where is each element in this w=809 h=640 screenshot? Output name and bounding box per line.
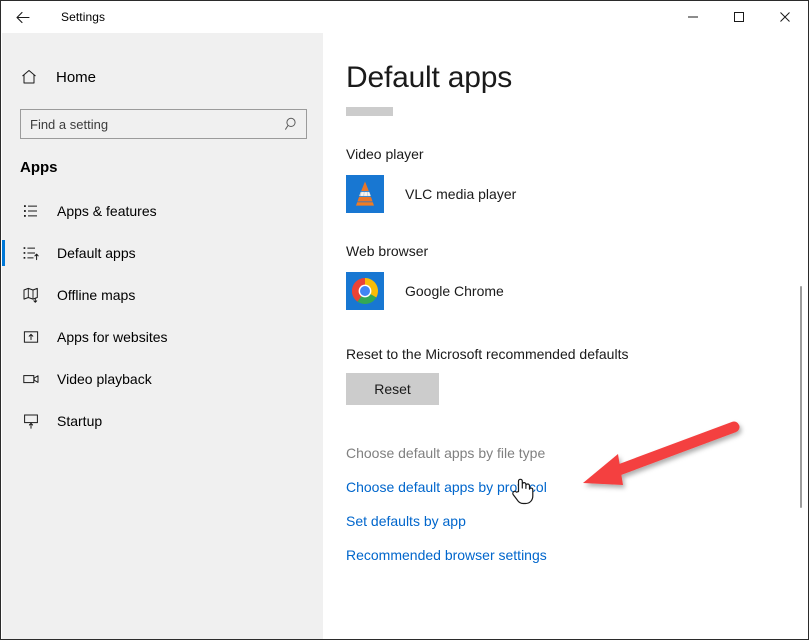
home-icon <box>18 68 40 86</box>
default-apps-icon <box>20 244 42 262</box>
selection-accent <box>2 198 5 224</box>
selection-accent <box>2 240 5 266</box>
search-input[interactable] <box>21 115 278 133</box>
selection-accent <box>2 282 5 308</box>
reset-section-label: Reset to the Microsoft recommended defau… <box>346 346 629 362</box>
link-choose-default-apps-by-protocol[interactable]: Choose default apps by protocol <box>346 470 547 504</box>
sidebar-section-title: Apps <box>20 159 58 176</box>
minimize-icon <box>688 16 698 18</box>
sidebar-item-label: Offline maps <box>57 287 136 303</box>
sidebar-item-offline-maps[interactable]: Offline maps <box>2 274 323 316</box>
sidebar-item-home[interactable]: Home <box>2 59 323 95</box>
search-box[interactable] <box>20 109 307 139</box>
link-choose-default-apps-by-file-type[interactable]: Choose default apps by file type <box>346 436 545 470</box>
links-list: Choose default apps by file type Choose … <box>323 436 808 572</box>
sidebar: Home Apps <box>2 33 323 639</box>
main-content: Default apps Video player VLC media play… <box>323 33 808 639</box>
page-title: Default apps <box>346 61 513 94</box>
chrome-icon <box>346 272 384 310</box>
list-icon <box>20 202 42 220</box>
map-download-icon <box>20 286 42 304</box>
window-title: Settings <box>61 10 106 24</box>
sidebar-nav-list: Apps & features Default apps Offline map… <box>2 190 323 442</box>
selection-accent <box>2 324 5 350</box>
default-app-video-player[interactable]: VLC media player <box>346 175 808 213</box>
maximize-icon <box>734 12 744 22</box>
home-label: Home <box>56 68 97 86</box>
back-arrow-icon <box>15 11 30 23</box>
selection-accent <box>2 366 5 392</box>
video-camera-icon <box>20 370 42 388</box>
sidebar-item-startup[interactable]: Startup <box>2 400 323 442</box>
link-set-defaults-by-app[interactable]: Set defaults by app <box>346 504 466 538</box>
group-label-video-player: Video player <box>346 146 424 162</box>
startup-icon <box>20 412 42 430</box>
reset-button[interactable]: Reset <box>346 373 439 405</box>
default-app-name: VLC media player <box>405 186 517 202</box>
default-app-name: Google Chrome <box>405 283 504 299</box>
group-label-web-browser: Web browser <box>346 243 429 259</box>
settings-window: Settings Home Find a setting Apps Apps &… <box>0 0 809 640</box>
scrollbar-thumb[interactable] <box>800 286 802 508</box>
maximize-button[interactable] <box>716 1 762 33</box>
sidebar-item-video-playback[interactable]: Video playback <box>2 358 323 400</box>
close-button[interactable] <box>762 1 808 33</box>
sidebar-item-apps-features[interactable]: Apps & features <box>2 190 323 232</box>
app-website-icon <box>20 328 42 346</box>
link-recommended-browser-settings[interactable]: Recommended browser settings <box>346 538 547 572</box>
title-bar: Settings <box>1 1 808 33</box>
sidebar-item-label: Apps & features <box>57 203 157 219</box>
sidebar-item-label: Video playback <box>57 371 152 387</box>
search-icon[interactable] <box>278 116 306 132</box>
default-app-web-browser[interactable]: Google Chrome <box>346 272 808 310</box>
sidebar-item-label: Startup <box>57 413 103 429</box>
sidebar-item-label: Default apps <box>57 245 136 261</box>
redacted-bar <box>346 107 393 116</box>
selection-accent <box>2 408 5 434</box>
sidebar-item-default-apps[interactable]: Default apps <box>2 232 323 274</box>
back-button[interactable] <box>1 1 45 33</box>
vlc-icon <box>346 175 384 213</box>
minimize-button[interactable] <box>670 1 716 33</box>
window-controls <box>670 1 808 33</box>
close-icon <box>780 12 790 22</box>
sidebar-item-label: Apps for websites <box>57 329 168 345</box>
sidebar-item-apps-for-websites[interactable]: Apps for websites <box>2 316 323 358</box>
content-scrollbar[interactable] <box>798 33 804 639</box>
